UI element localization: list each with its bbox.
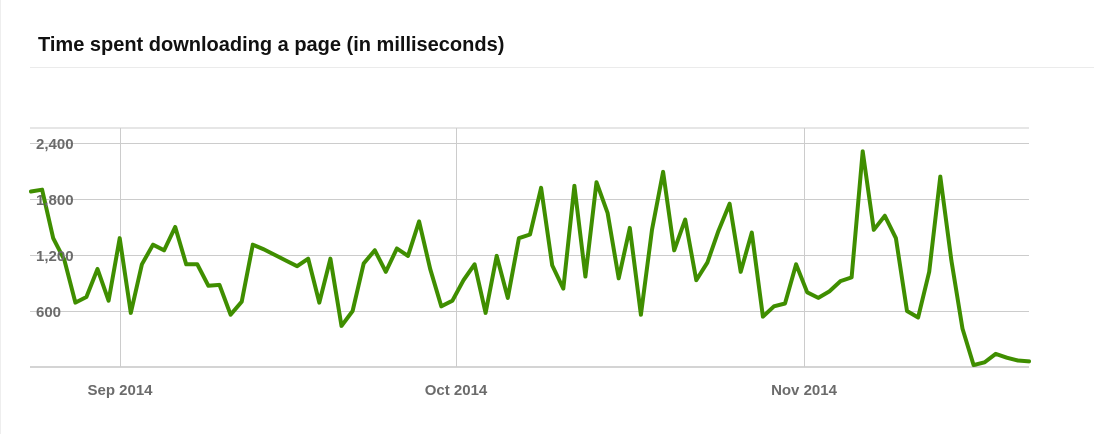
- series-line: [29, 149, 1031, 368]
- y-tick-label-1800: 1,800: [36, 192, 74, 209]
- y-tick-label-2400: 2,400: [36, 136, 74, 153]
- x-tick-label-0: Sep 2014: [87, 382, 153, 399]
- x-tick-label-2: Nov 2014: [771, 382, 838, 399]
- y-tick-label-600: 600: [36, 304, 61, 321]
- x-tick-label-1: Oct 2014: [425, 382, 488, 399]
- y-tick-label-1200: 1,200: [36, 248, 74, 265]
- line-chart: 600 1,200 1,800 2,400 Sep 2014 Oct 2014 Nov 20…: [29, 127, 1031, 399]
